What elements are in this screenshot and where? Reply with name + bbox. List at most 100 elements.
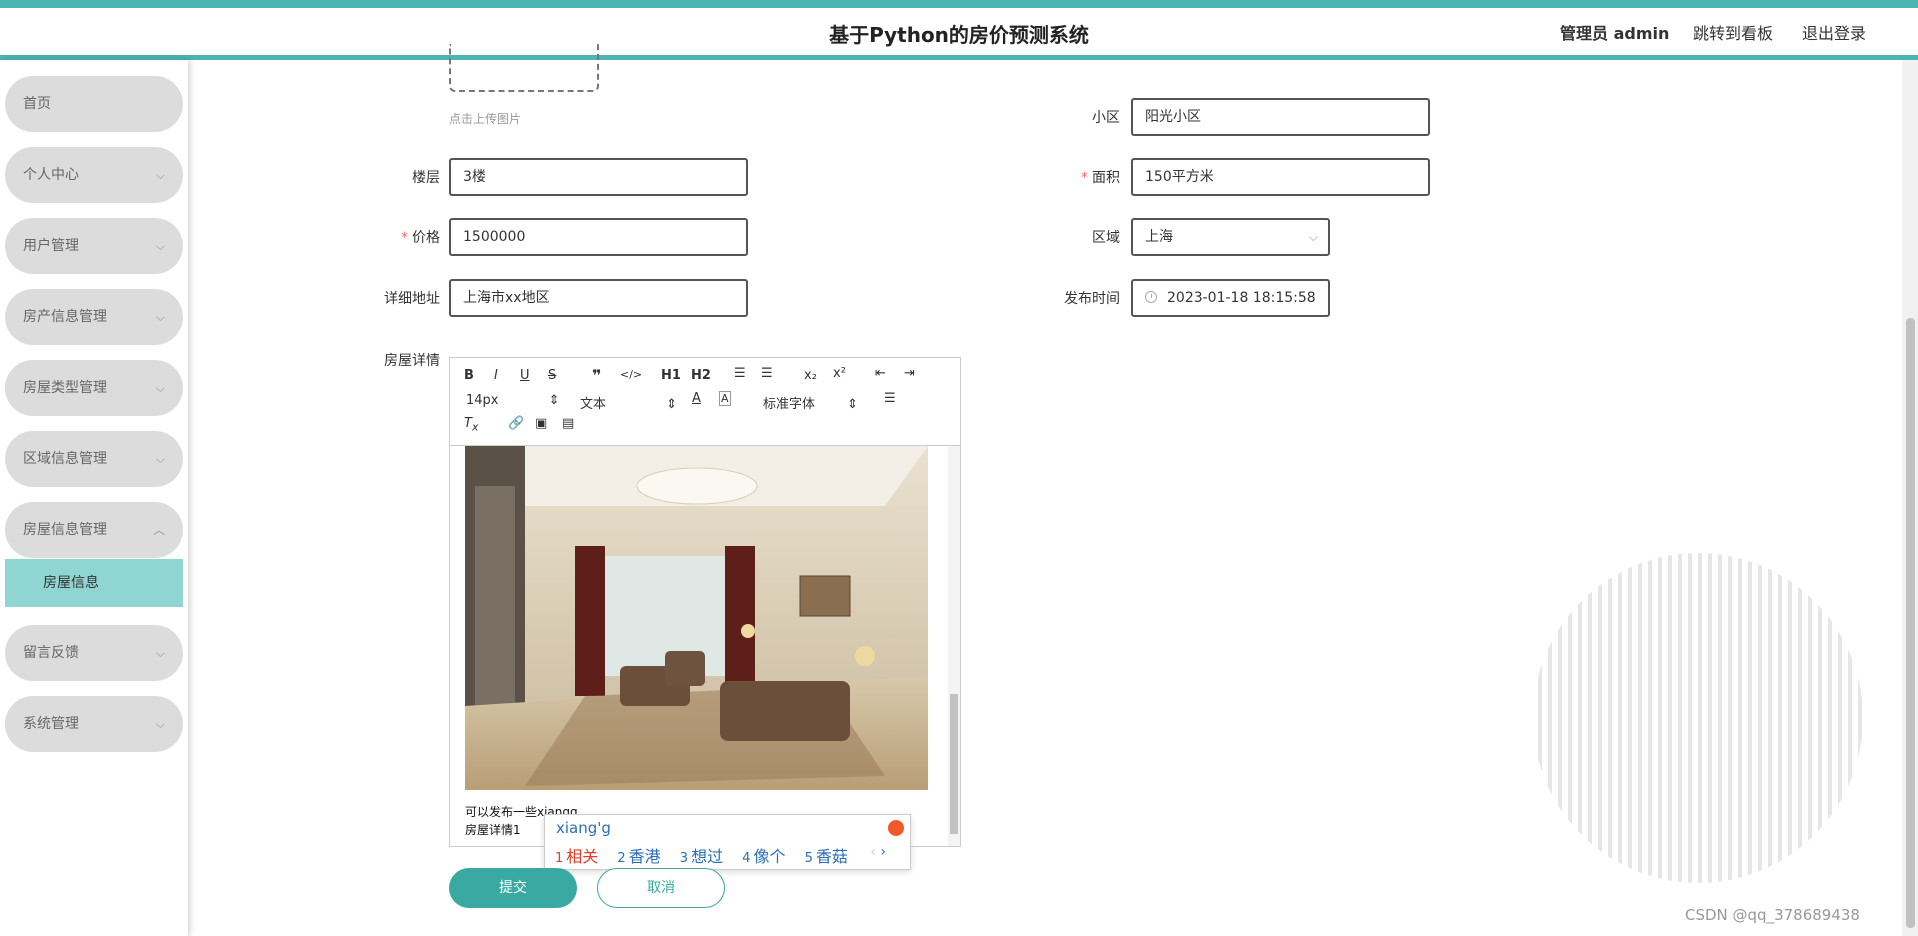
chevron-updown-icon: ⇕ [847, 397, 859, 412]
page-scrollbar[interactable] [1902, 60, 1918, 936]
publish-time-picker[interactable]: 2023-01-18 18:15:58 [1131, 279, 1330, 317]
region-select[interactable]: 上海 ⌵ [1131, 218, 1330, 256]
chevron-updown-icon: ⇕ [548, 393, 560, 408]
chevron-up-icon: ︿ [152, 523, 165, 537]
ime-candidate[interactable]: 4 像个 [742, 847, 785, 866]
sidebar-item-house-info-mgmt[interactable]: 房屋信息管理 ︿ [5, 502, 183, 558]
floor-label: 楼层 [370, 167, 440, 187]
sidebar-item-profile[interactable]: 个人中心 ⌵ [5, 147, 183, 203]
ime-pager[interactable]: ‹ › [870, 844, 886, 860]
community-label-text: 小区 [1092, 110, 1120, 126]
sidebar-item-feedback[interactable]: 留言反馈 ⌵ [5, 625, 183, 681]
ime-candidate[interactable]: 5 香菇 [805, 847, 848, 866]
area-label: * 面积 [1050, 167, 1120, 187]
ime-candidates: 1 相关 2 香港 3 想过 4 像个 5 香菇 [555, 843, 862, 867]
community-label: 小区 [1050, 107, 1120, 127]
italic-icon[interactable]: I [494, 368, 498, 383]
sidebar-item-label: 房屋信息 [43, 575, 99, 591]
house-interior-image [465, 446, 928, 790]
heading2-icon[interactable]: H2 [691, 368, 711, 383]
blockquote-icon[interactable]: ❞ [592, 366, 601, 385]
underline-icon[interactable]: U [520, 368, 530, 383]
ime-candidate[interactable]: 3 想过 [680, 847, 723, 866]
ime-candidate-text: 相关 [566, 847, 599, 866]
sidebar-item-regions[interactable]: 区域信息管理 ⌵ [5, 431, 183, 487]
ime-candidate[interactable]: 1 相关 [555, 847, 598, 866]
address-label: 详细地址 [370, 288, 440, 308]
sidebar-item-label: 系统管理 [23, 716, 79, 732]
sidebar-item-label: 首页 [23, 96, 51, 112]
ime-candidate[interactable]: 2 香港 [617, 847, 660, 866]
font-family-value: 标准字体 [763, 397, 816, 412]
editor-toolbar: B I U S ❞ </> H1 H2 ☰ ☰ x₂ x² ⇤ ⇥ 14px ⇕… [450, 358, 960, 446]
sidebar-item-home[interactable]: 首页 [5, 76, 183, 132]
outdent-icon[interactable]: ⇤ [875, 366, 886, 381]
sidebar-item-label: 区域信息管理 [23, 451, 107, 467]
region-label-text: 区域 [1092, 230, 1120, 246]
font-size-value: 14px [466, 393, 499, 408]
address-input[interactable]: 上海市xx地区 [449, 279, 748, 317]
image-icon[interactable]: ▣ [535, 416, 547, 431]
price-input[interactable]: 1500000 [449, 218, 748, 256]
dashboard-link[interactable]: 跳转到看板 [1693, 20, 1773, 44]
video-icon[interactable]: ▤ [562, 416, 574, 431]
font-family-select[interactable]: 标准字体 ⇕ [763, 393, 858, 412]
region-label: 区域 [1050, 227, 1120, 247]
sidebar-item-property-info[interactable]: 房产信息管理 ⌵ [5, 289, 183, 345]
csdn-watermark: CSDN @qq_378689438 [1685, 906, 1860, 924]
chevron-right-icon[interactable]: › [880, 844, 886, 860]
sidebar-item-system[interactable]: 系统管理 ⌵ [5, 696, 183, 752]
subscript-icon[interactable]: x₂ [804, 368, 817, 383]
community-input[interactable]: 阳光小区 [1131, 98, 1430, 136]
image-upload-box[interactable] [449, 44, 599, 92]
ime-candidate-number: 4 [742, 851, 751, 866]
paragraph-value: 文本 [580, 397, 607, 412]
sidebar-subitem-house-info[interactable]: 房屋信息 [5, 559, 183, 607]
ordered-list-icon[interactable]: ☰ [734, 366, 746, 381]
paragraph-select[interactable]: 文本 ⇕ [580, 393, 677, 412]
chevron-down-icon: ⌵ [155, 239, 165, 253]
floor-label-text: 楼层 [412, 170, 440, 186]
clear-format-icon[interactable]: Tx [464, 416, 478, 434]
bullet-list-icon[interactable]: ☰ [761, 366, 773, 381]
floor-input[interactable]: 3楼 [449, 158, 748, 196]
top-header: 基于Python的房价预测系统 管理员 admin 跳转到看板 退出登录 [0, 0, 1918, 60]
heading1-icon[interactable]: H1 [661, 368, 681, 383]
sidebar-item-label: 房屋类型管理 [23, 380, 107, 396]
ime-candidate-popup: xiang'g 1 相关 2 香港 3 想过 4 像个 5 香菇 ‹ › [544, 814, 911, 870]
ime-candidate-number: 3 [679, 851, 689, 866]
admin-label[interactable]: 管理员 admin [1560, 20, 1669, 44]
ime-candidate-text: 香港 [628, 847, 661, 866]
align-left-icon[interactable]: ☰ [884, 391, 896, 406]
logout-link[interactable]: 退出登录 [1802, 20, 1866, 44]
sidebar: 首页 个人中心 ⌵ 用户管理 ⌵ 房产信息管理 ⌵ 房屋类型管理 ⌵ 区域信息管理 ⌵ 房… [0, 60, 188, 936]
font-size-select[interactable]: 14px ⇕ [466, 393, 560, 408]
font-color-icon[interactable]: A [692, 391, 701, 406]
price-label: * 价格 [370, 227, 440, 247]
code-block-icon[interactable]: </> [620, 368, 642, 381]
ime-candidate-text: 像个 [753, 847, 786, 866]
indent-icon[interactable]: ⇥ [904, 366, 915, 381]
sidebar-item-label: 个人中心 [23, 167, 79, 183]
sidebar-item-house-types[interactable]: 房屋类型管理 ⌵ [5, 360, 183, 416]
superscript-icon[interactable]: x² [833, 366, 846, 381]
chevron-left-icon[interactable]: ‹ [870, 844, 876, 860]
ime-candidate-number: 2 [617, 851, 626, 866]
cancel-button[interactable]: 取消 [597, 868, 725, 908]
area-input[interactable]: 150平方米 [1131, 158, 1430, 196]
region-select-value: 上海 [1145, 229, 1173, 245]
rich-text-editor[interactable]: B I U S ❞ </> H1 H2 ☰ ☰ x₂ x² ⇤ ⇥ 14px ⇕… [449, 357, 961, 847]
editor-scrollbar-thumb[interactable] [950, 694, 958, 834]
submit-button[interactable]: 提交 [449, 868, 577, 908]
chevron-down-icon: ⌵ [155, 452, 165, 466]
editor-scrollbar[interactable] [948, 446, 960, 846]
bold-icon[interactable]: B [464, 368, 474, 383]
strikethrough-icon[interactable]: S [548, 368, 556, 383]
link-icon[interactable]: 🔗 [508, 416, 524, 431]
sidebar-item-users[interactable]: 用户管理 ⌵ [5, 218, 183, 274]
ime-candidate-text: 香菇 [815, 847, 848, 866]
background-color-icon[interactable]: A [719, 391, 731, 406]
required-mark: * [401, 230, 408, 246]
sidebar-item-label: 房屋信息管理 [23, 522, 107, 538]
page-scrollbar-thumb[interactable] [1906, 318, 1915, 928]
